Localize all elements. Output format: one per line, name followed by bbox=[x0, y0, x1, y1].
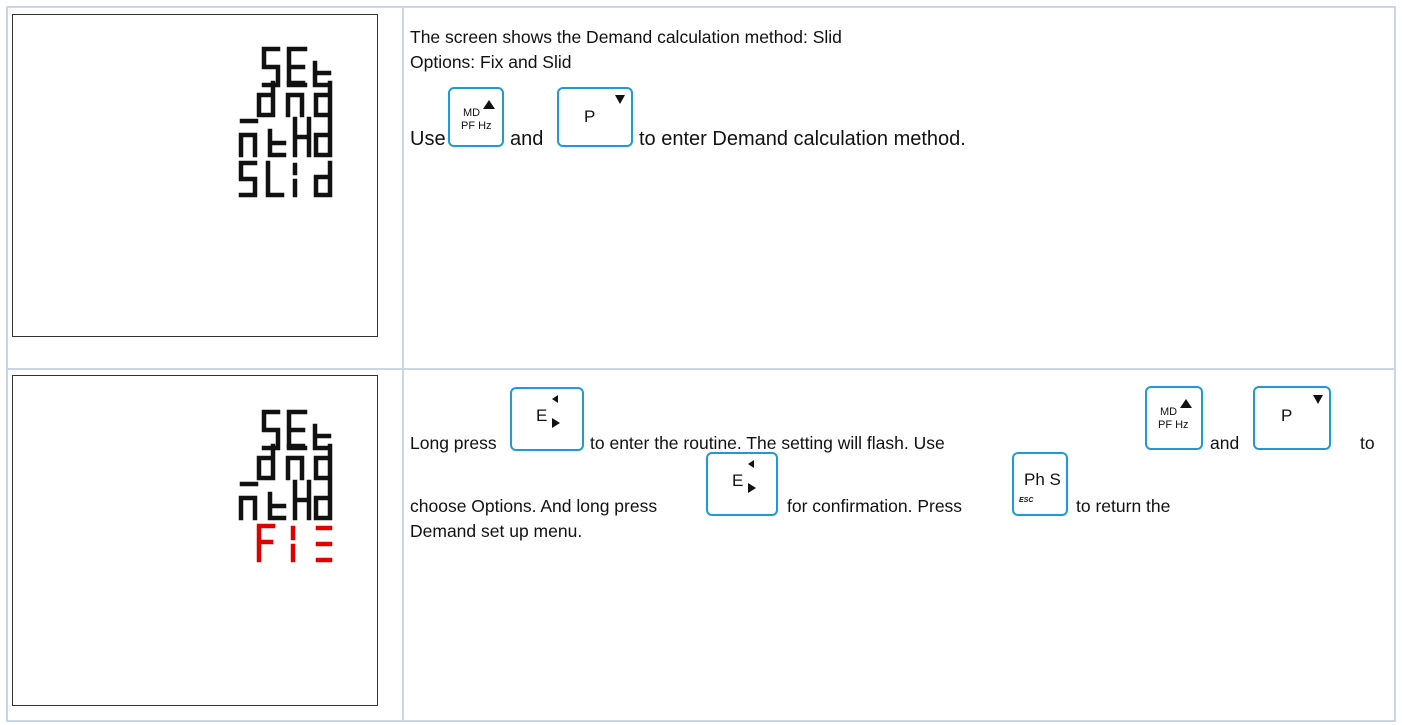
lcd-digit bbox=[267, 491, 287, 521]
step1-and-text: and bbox=[510, 128, 544, 150]
lcd-digit bbox=[261, 46, 281, 88]
pfhz-key-label: PF Hz bbox=[461, 120, 492, 132]
md-pfhz-key[interactable]: MD PF Hz bbox=[448, 87, 504, 147]
p-key[interactable]: P bbox=[557, 87, 633, 147]
lcd-digit bbox=[238, 481, 259, 521]
lcd-digit-highlight bbox=[256, 523, 276, 563]
e-key-label: E bbox=[536, 406, 548, 425]
p-key-2[interactable]: P bbox=[1253, 386, 1331, 450]
down-arrow-icon bbox=[615, 95, 625, 104]
pfhz-key-label: PF Hz bbox=[1158, 419, 1189, 431]
step2-return-text: to return the bbox=[1076, 496, 1171, 516]
md-pfhz-key-2[interactable]: MD PF Hz bbox=[1145, 386, 1203, 450]
lcd-digit bbox=[292, 479, 312, 521]
lcd-digit bbox=[265, 160, 285, 198]
up-arrow-icon bbox=[1180, 399, 1192, 408]
step2-confirmation: for confirmation. Press bbox=[787, 496, 963, 516]
left-arrow-icon bbox=[748, 460, 754, 468]
step1-use-text: Use bbox=[410, 128, 446, 150]
step2-enter-routine: to enter the routine. The setting will f… bbox=[590, 433, 945, 453]
right-arrow-icon bbox=[748, 483, 756, 493]
p-key-label: P bbox=[1281, 406, 1293, 425]
step2-choose-options: choose Options. And long press bbox=[410, 496, 658, 516]
lcd-digit bbox=[261, 409, 281, 451]
p-key-label: P bbox=[584, 107, 596, 126]
lcd-digit bbox=[312, 60, 332, 88]
md-key-label: MD bbox=[1160, 406, 1178, 418]
lcd-segments-step2 bbox=[238, 409, 333, 563]
e-key-1[interactable]: E bbox=[510, 387, 584, 451]
lcd-digit bbox=[238, 118, 259, 158]
lcd-digit bbox=[267, 128, 287, 158]
lcd-digit bbox=[238, 160, 258, 198]
lcd-display-step1 bbox=[12, 14, 378, 337]
lcd-digit bbox=[285, 80, 306, 118]
phs-esc-key[interactable]: Ph S ESC bbox=[1012, 452, 1068, 516]
left-arrow-icon bbox=[552, 395, 558, 403]
phs-key-label: Ph S bbox=[1024, 470, 1061, 489]
lcd-digit bbox=[256, 80, 276, 118]
right-arrow-icon bbox=[552, 418, 560, 428]
e-key-2[interactable]: E bbox=[706, 452, 778, 516]
step1-heading: The screen shows the Demand calculation … bbox=[410, 27, 842, 47]
lcd-digit bbox=[256, 443, 276, 481]
column-divider bbox=[402, 8, 404, 720]
step2-to-text: to bbox=[1360, 433, 1375, 453]
lcd-digit bbox=[313, 116, 333, 158]
esc-key-label: ESC bbox=[1019, 497, 1034, 504]
row-divider bbox=[8, 368, 1394, 370]
lcd-digit bbox=[313, 80, 333, 118]
step2-and-text: and bbox=[1210, 433, 1240, 453]
step2-menu-text: Demand set up menu. bbox=[410, 521, 583, 541]
lcd-display-step2 bbox=[12, 375, 378, 706]
md-key-label: MD bbox=[463, 107, 481, 119]
lcd-digit bbox=[286, 46, 308, 88]
lcd-digit bbox=[313, 443, 333, 481]
step1-options: Options: Fix and Slid bbox=[410, 52, 572, 72]
step1-instruction: to enter Demand calculation method. bbox=[639, 128, 966, 150]
lcd-digit bbox=[313, 160, 333, 198]
lcd-segments-step1 bbox=[238, 46, 333, 198]
lcd-digit bbox=[312, 423, 332, 451]
down-arrow-icon bbox=[1313, 395, 1323, 404]
up-arrow-icon bbox=[483, 100, 495, 109]
lcd-digit bbox=[286, 409, 308, 451]
step2-long-press: Long press bbox=[410, 433, 497, 453]
lcd-digit bbox=[313, 479, 333, 521]
lcd-digit-highlight bbox=[315, 525, 333, 563]
lcd-digit bbox=[292, 116, 312, 158]
e-key-label: E bbox=[732, 471, 744, 490]
lcd-digit bbox=[285, 443, 306, 481]
